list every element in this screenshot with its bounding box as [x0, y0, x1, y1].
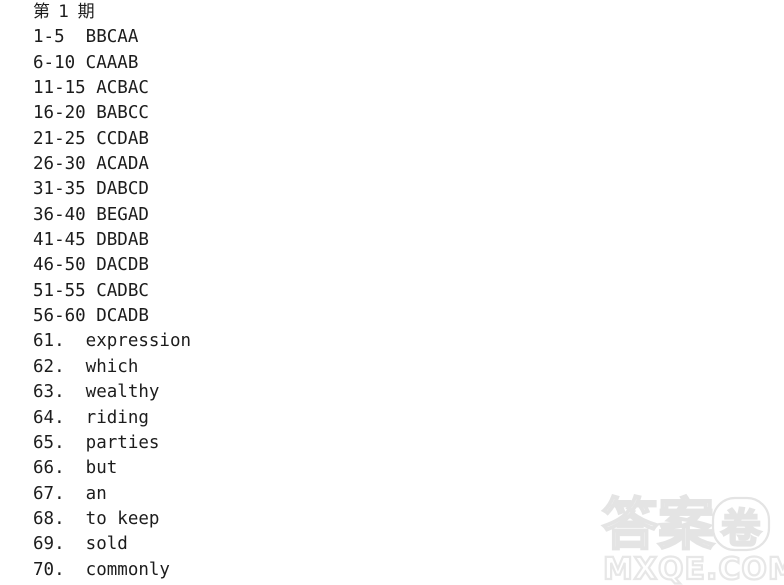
- exam-issue-heading: 第 1 期: [33, 2, 97, 22]
- answer-row-70: 70. commonly: [33, 559, 170, 580]
- answer-row-31-35: 31-35 DABCD: [33, 179, 149, 200]
- answer-row-46-50: 46-50 DACDB: [33, 255, 149, 276]
- answer-row-51-55: 51-55 CADBC: [33, 280, 149, 301]
- answer-row-1-5: 1-5 BBCAA: [33, 27, 139, 48]
- answer-row-41-45: 41-45 DBDAB: [33, 230, 149, 251]
- answer-key-list: 第 1 期 1-5 BBCAA 6-10 CAAAB 11-15 ACBAC 1…: [33, 0, 593, 583]
- answer-row-26-30: 26-30 ACADA: [33, 154, 149, 175]
- answer-row-65: 65. parties: [33, 432, 160, 453]
- answer-row-21-25: 21-25 CCDAB: [33, 128, 149, 149]
- answer-row-64: 64. riding: [33, 407, 149, 428]
- answer-row-66: 66. but: [33, 458, 118, 479]
- document-page: 第 1 期 1-5 BBCAA 6-10 CAAAB 11-15 ACBAC 1…: [0, 0, 784, 585]
- watermark-circled-char: 卷: [721, 506, 762, 552]
- answer-row-11-15: 11-15 ACBAC: [33, 78, 149, 99]
- answer-row-63: 63. wealthy: [33, 382, 160, 403]
- answer-row-56-60: 56-60 DCADB: [33, 306, 149, 327]
- answer-row-6-10: 6-10 CAAAB: [33, 52, 139, 73]
- answer-row-67: 67. an: [33, 483, 107, 504]
- answer-row-62: 62. which: [33, 356, 139, 377]
- answer-row-61: 61. expression: [33, 331, 192, 352]
- answer-row-16-20: 16-20 BABCC: [33, 103, 149, 124]
- site-watermark: 答案 卷 MXQE.COM: [600, 486, 784, 585]
- watermark-domain-text: MXQE.COM: [603, 552, 784, 585]
- answer-row-36-40: 36-40 BEGAD: [33, 204, 149, 225]
- watermark-cjk-text: 答案: [602, 493, 715, 558]
- watermark-circle-outline: [711, 496, 771, 552]
- answer-row-68: 68. to keep: [33, 508, 160, 529]
- answer-row-69: 69. sold: [33, 534, 128, 555]
